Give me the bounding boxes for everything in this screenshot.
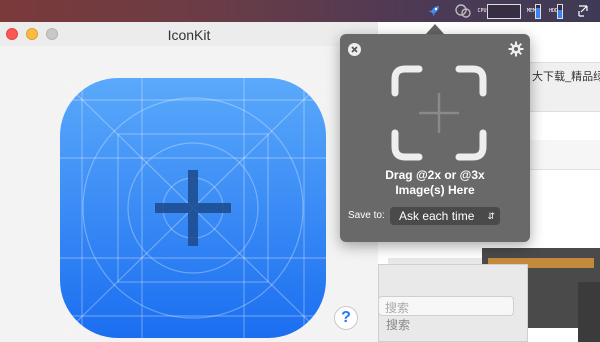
window-title: IconKit <box>167 27 211 43</box>
hdd-bar <box>557 3 563 19</box>
gear-icon[interactable] <box>508 41 524 57</box>
drop-text-line1: Drag @2x or @3x <box>385 168 485 182</box>
save-to-value: Ask each time <box>399 209 475 223</box>
background-search-label: 搜索 <box>386 318 411 332</box>
background-search-input[interactable]: 搜索 <box>378 296 514 316</box>
menu-bar: CPU MEM HDD <box>0 0 600 22</box>
hdd-bar-fill <box>558 10 562 18</box>
close-icon[interactable] <box>348 43 361 56</box>
mem-label: MEM <box>527 7 537 14</box>
rocket-icon[interactable] <box>424 2 444 20</box>
app-icon-template <box>60 78 326 338</box>
drop-instructions: Drag @2x or @3x Image(s) Here <box>340 168 530 198</box>
drop-text-line2: Image(s) Here <box>395 183 475 197</box>
help-button[interactable]: ? <box>334 306 358 330</box>
mem-bar <box>535 3 541 19</box>
hdd-label: HDD <box>549 7 559 14</box>
save-to-label: Save to: <box>348 210 385 221</box>
hdd-monitor[interactable]: HDD <box>546 2 566 20</box>
network-arrows-icon[interactable] <box>566 2 600 20</box>
cpu-graph <box>486 3 521 19</box>
chevron-updown-icon: ⇵ <box>487 211 495 221</box>
background-text-snippet: 大下载_精品绿色 <box>532 71 600 83</box>
mem-bar-fill <box>536 7 540 18</box>
cpu-monitor[interactable]: CPU <box>477 2 521 20</box>
chat-bubble-icon[interactable] <box>452 2 474 20</box>
cpu-label: CPU <box>477 7 487 14</box>
iconkit-window: IconKit ? <box>0 22 378 342</box>
drop-frame-icon[interactable] <box>391 65 487 161</box>
drop-popover: Drag @2x or @3x Image(s) Here Save to: A… <box>340 34 530 242</box>
title-bar[interactable]: IconKit <box>0 22 378 46</box>
save-to-select[interactable]: Ask each time ⇵ <box>390 207 500 225</box>
mem-monitor[interactable]: MEM <box>522 2 546 20</box>
background-sidebar <box>578 282 600 342</box>
